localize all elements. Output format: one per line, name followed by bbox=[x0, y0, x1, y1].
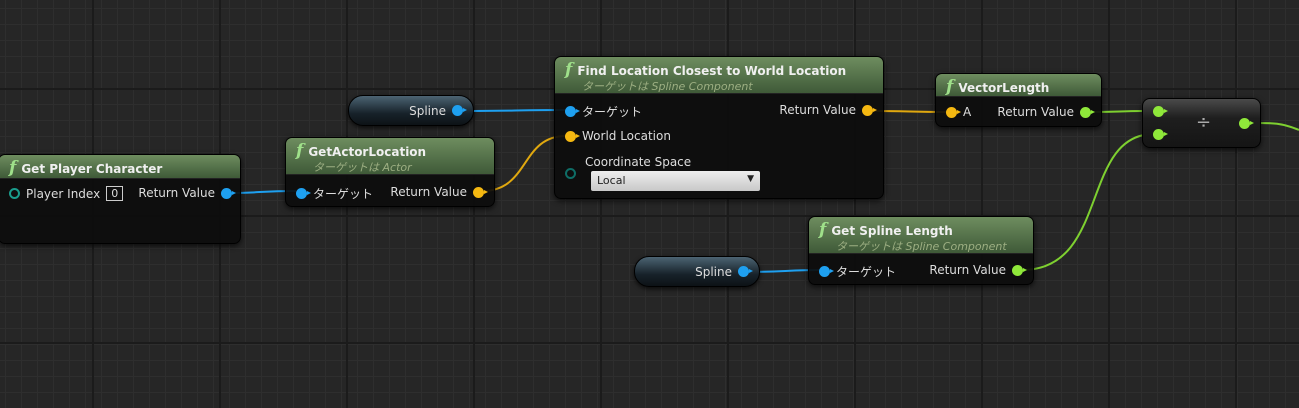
int-pin-icon bbox=[9, 188, 20, 199]
node-divide[interactable]: ÷ bbox=[1142, 98, 1261, 148]
float-pin-icon[interactable] bbox=[1012, 264, 1027, 276]
function-icon: f bbox=[9, 158, 17, 178]
float-pin-icon[interactable] bbox=[1239, 118, 1254, 129]
divide-symbol: ÷ bbox=[1196, 112, 1212, 133]
function-icon: f bbox=[946, 77, 954, 97]
pin-target[interactable]: ターゲット bbox=[565, 103, 642, 120]
pin-return-value[interactable]: Return Value bbox=[390, 185, 488, 199]
dropdown-arrow-icon: ▼ bbox=[747, 174, 754, 184]
object-pin-icon[interactable] bbox=[565, 106, 580, 117]
node-find-location-closest[interactable]: f Find Location Closest to World Location… bbox=[554, 56, 884, 199]
object-pin-icon[interactable] bbox=[296, 188, 311, 199]
object-pin-icon[interactable] bbox=[738, 266, 753, 277]
object-pin-icon[interactable] bbox=[452, 105, 467, 116]
pin-a[interactable]: A bbox=[946, 105, 971, 119]
vector-pin-icon[interactable] bbox=[946, 106, 961, 118]
node-get-actor-location[interactable]: f GetActorLocation ターゲットは Actor ターゲット Retu… bbox=[285, 137, 495, 207]
vector-pin-icon[interactable] bbox=[473, 186, 488, 198]
function-icon: f bbox=[565, 60, 573, 80]
node-vector-length[interactable]: f VectorLength A Return Value bbox=[935, 73, 1102, 127]
float-pin-icon[interactable] bbox=[1153, 129, 1168, 140]
coordinate-space-dropdown[interactable]: Local ▼ bbox=[591, 171, 760, 191]
spline-variable-node[interactable]: Spline bbox=[348, 95, 474, 126]
pin-return-value[interactable]: Return Value bbox=[138, 186, 236, 200]
pin-target[interactable]: ターゲット bbox=[819, 263, 896, 280]
vector-pin-icon[interactable] bbox=[565, 130, 580, 142]
pin-player-index[interactable]: Player Index 0 bbox=[9, 186, 124, 201]
node-get-player-character[interactable]: f Get Player Character Player Index 0 Retu… bbox=[0, 154, 241, 244]
object-pin-icon[interactable] bbox=[819, 266, 834, 277]
player-index-input[interactable]: 0 bbox=[106, 186, 124, 201]
spline-variable-node[interactable]: Spline bbox=[634, 256, 760, 287]
wire-splinelength-to-divide bbox=[1021, 133, 1155, 271]
coordinate-space-label: Coordinate Space bbox=[585, 155, 692, 169]
enum-pin-icon bbox=[565, 168, 576, 179]
function-icon: f bbox=[296, 141, 304, 161]
vector-pin-icon[interactable] bbox=[862, 104, 877, 116]
pin-target[interactable]: ターゲット bbox=[296, 185, 373, 202]
float-pin-icon[interactable] bbox=[1153, 106, 1168, 117]
function-icon: f bbox=[819, 220, 827, 240]
pin-return-value[interactable]: Return Value bbox=[997, 105, 1095, 119]
pin-return-value[interactable]: Return Value bbox=[929, 263, 1027, 277]
pin-coordinate-space[interactable] bbox=[565, 168, 576, 179]
node-get-spline-length[interactable]: f Get Spline Length ターゲットは Spline Componen… bbox=[808, 216, 1034, 285]
wire-spline-to-target bbox=[461, 109, 567, 112]
float-pin-icon[interactable] bbox=[1080, 106, 1095, 118]
object-pin-icon[interactable] bbox=[221, 187, 236, 199]
pin-return-value[interactable]: Return Value bbox=[779, 103, 877, 117]
pin-world-location[interactable]: World Location bbox=[565, 129, 671, 143]
